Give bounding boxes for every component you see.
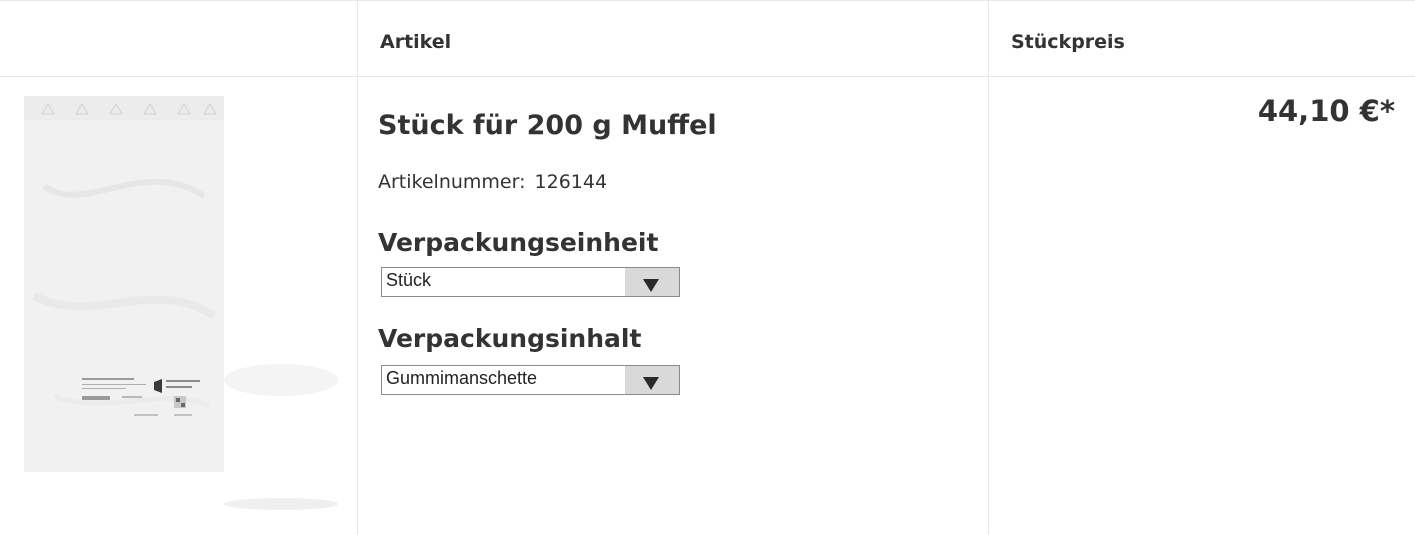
article-number-label: Artikelnummer:: [378, 171, 526, 193]
product-image[interactable]: [24, 96, 338, 510]
unit-price: 44,10 €*: [1257, 94, 1395, 128]
packaging-content-dropdown-button[interactable]: [625, 366, 679, 394]
header-stueckpreis: Stückpreis: [1011, 31, 1125, 53]
article-number-value: 126144: [534, 171, 608, 193]
column-divider-2: [988, 0, 989, 535]
header-artikel: Artikel: [380, 31, 452, 53]
header-divider: [0, 76, 1415, 77]
article-number: Artikelnummer: 126144: [378, 171, 607, 193]
packaging-content-label: Verpackungsinhalt: [378, 324, 642, 353]
dropdown-arrow-icon: [643, 279, 659, 292]
packaging-unit-dropdown-button[interactable]: [625, 268, 679, 296]
column-divider-1: [357, 0, 358, 535]
packaging-content-selected: Gummimanschette: [386, 368, 538, 388]
cart-table: Artikel Stückpreis Stück für 200 g Muffe…: [0, 0, 1415, 535]
packaging-unit-selected: Stück: [386, 270, 432, 290]
product-title[interactable]: Stück für 200 g Muffel: [378, 110, 717, 141]
packaging-unit-label: Verpackungseinheit: [378, 228, 659, 257]
table-top-border: [0, 0, 1415, 1]
dropdown-arrow-icon: [643, 377, 659, 390]
product-image-graphic: [24, 96, 338, 510]
packaging-unit-select[interactable]: Stück: [381, 267, 680, 297]
packaging-content-select[interactable]: Gummimanschette: [381, 365, 680, 395]
